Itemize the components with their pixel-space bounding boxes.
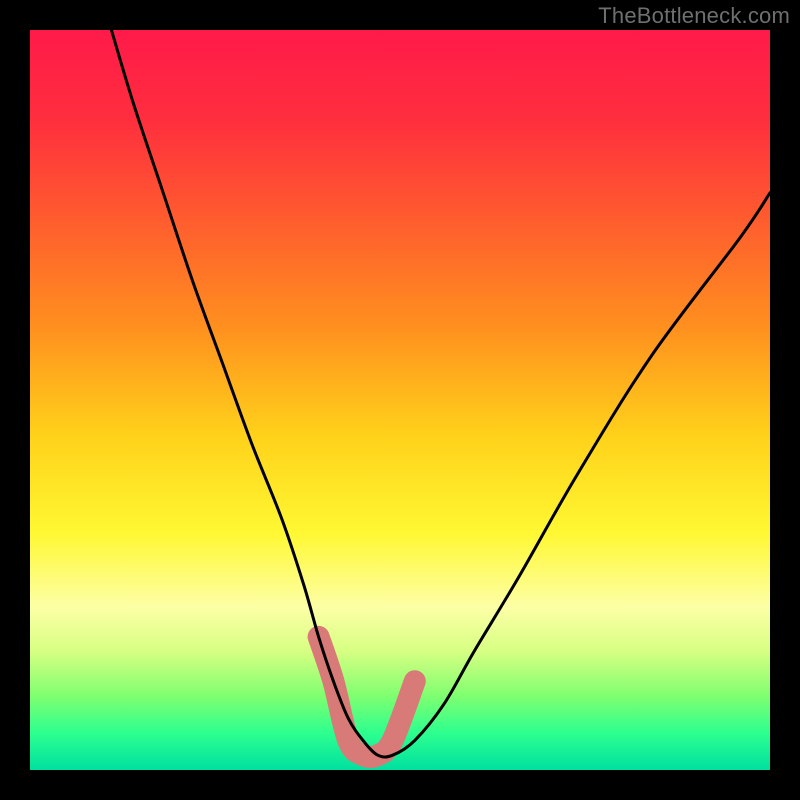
- bottleneck-chart: [0, 0, 800, 800]
- plot-background: [30, 30, 770, 770]
- chart-frame: TheBottleneck.com: [0, 0, 800, 800]
